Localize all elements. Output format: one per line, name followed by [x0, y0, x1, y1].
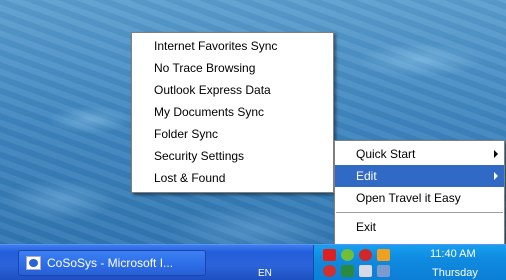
- edit-submenu: Internet Favorites Sync No Trace Browsin…: [131, 32, 334, 193]
- menu-item-lost-and-found[interactable]: Lost & Found: [132, 167, 333, 189]
- menu-item-security-settings[interactable]: Security Settings: [132, 145, 333, 167]
- menu-item-my-documents-sync[interactable]: My Documents Sync: [132, 101, 333, 123]
- speaker-tray-icon[interactable]: [377, 265, 390, 277]
- internet-explorer-icon: [26, 256, 41, 270]
- menu-item-quick-start[interactable]: Quick Start: [335, 143, 504, 165]
- menu-separator: [336, 212, 503, 213]
- system-tray: 11:40 AM Thursday: [313, 245, 506, 280]
- submenu-arrow-icon: [494, 172, 498, 180]
- network-tray-icon[interactable]: [341, 265, 354, 277]
- submenu-arrow-icon: [494, 150, 498, 158]
- tray-context-menu: Quick Start Edit Open Travel it Easy Exi…: [334, 140, 505, 248]
- orange-tray-icon[interactable]: [377, 249, 390, 261]
- clock-time[interactable]: 11:40 AM: [430, 248, 476, 260]
- taskbar: CoSoSys - Microsoft I... EN 11:40 AM Thu…: [0, 244, 506, 280]
- red-round-tray-icon[interactable]: [359, 249, 372, 261]
- language-indicator[interactable]: EN: [258, 268, 272, 279]
- menu-item-open-travel-it-easy[interactable]: Open Travel it Easy: [335, 187, 504, 209]
- menu-item-folder-sync[interactable]: Folder Sync: [132, 123, 333, 145]
- menu-item-label: Edit: [356, 169, 377, 183]
- menu-item-label: Quick Start: [356, 147, 416, 161]
- menu-item-outlook-express-data[interactable]: Outlook Express Data: [132, 79, 333, 101]
- red-cross-tray-icon[interactable]: [323, 249, 336, 261]
- taskbar-window-label: CoSoSys - Microsoft I...: [47, 256, 174, 270]
- monitor-tray-icon[interactable]: [359, 265, 372, 277]
- green-tray-icon[interactable]: [341, 249, 354, 261]
- red-shield-tray-icon[interactable]: [323, 265, 336, 277]
- menu-item-no-trace-browsing[interactable]: No Trace Browsing: [132, 57, 333, 79]
- menu-item-internet-favorites-sync[interactable]: Internet Favorites Sync: [132, 35, 333, 57]
- taskbar-window-button[interactable]: CoSoSys - Microsoft I...: [18, 250, 206, 276]
- clock-day: Thursday: [432, 267, 478, 279]
- menu-item-edit[interactable]: Edit: [335, 165, 504, 187]
- menu-item-exit[interactable]: Exit: [335, 216, 504, 238]
